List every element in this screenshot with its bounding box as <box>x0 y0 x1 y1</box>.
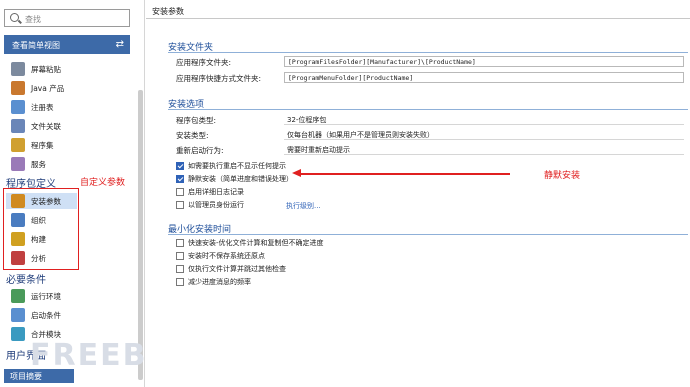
shortcut-folder-label: 应用程序快捷方式文件夹: <box>176 74 262 83</box>
sidebar-item-assembly[interactable]: 程序集 <box>11 137 54 153</box>
service-icon <box>11 157 25 171</box>
checkbox-unchecked-icon <box>176 252 184 260</box>
reboot-select[interactable]: 需要时重新启动提示 <box>284 144 684 155</box>
checkbox-unchecked-icon <box>176 188 184 196</box>
sidebar-item-screen-paste[interactable]: 屏幕粘贴 <box>11 61 61 77</box>
execution-level-link[interactable]: 执行级别... <box>286 201 321 211</box>
assembly-icon <box>11 138 25 152</box>
clipboard-icon <box>11 62 25 76</box>
package-type-label: 程序包类型: <box>176 116 217 125</box>
sidebar-scrollbar[interactable] <box>138 90 143 380</box>
checkbox-unchecked-icon <box>176 201 184 209</box>
sidebar-item-build[interactable]: 构建 <box>11 231 46 247</box>
sidebar-item-file-association[interactable]: 文件关联 <box>11 118 61 134</box>
search-input[interactable]: 查找 <box>4 9 130 27</box>
build-icon <box>11 232 25 246</box>
checkbox-unchecked-icon <box>176 278 184 286</box>
annotation-arrow-line <box>298 173 510 175</box>
install-params-icon <box>11 194 25 208</box>
sidebar: 查找 查看简单视图 ⇄ 屏幕粘贴 Java 产品 注册表 文件关联 程序集 服务… <box>0 0 194 387</box>
checkbox-silent-install[interactable]: 静默安装（简单进度和错误处理） <box>176 174 293 184</box>
file-association-icon <box>11 119 25 133</box>
simple-view-label: 查看简单视图 <box>12 41 60 50</box>
group-divider <box>168 234 688 235</box>
header-divider <box>146 18 690 19</box>
checkbox-no-restore-point[interactable]: 安装时不保存系统还原点 <box>176 251 265 261</box>
group-divider <box>168 52 688 53</box>
sidebar-item-registry[interactable]: 注册表 <box>11 99 54 115</box>
sidebar-item-service[interactable]: 服务 <box>11 156 46 172</box>
silent-install-annotation: 静默安装 <box>544 171 581 181</box>
launch-conditions-icon <box>11 308 25 322</box>
sidebar-item-organization[interactable]: 组织 <box>11 212 46 228</box>
sidebar-item-runtime[interactable]: 运行环境 <box>11 288 61 304</box>
checkbox-file-costing-only[interactable]: 仅执行文件计算并跳过其他检查 <box>176 264 286 274</box>
checkbox-suppress-reboot[interactable]: 如需要执行重启不显示任何提示 <box>176 161 286 171</box>
swap-icon: ⇄ <box>115 39 124 50</box>
search-placeholder: 查找 <box>25 15 41 24</box>
checkbox-checked-icon <box>176 175 184 183</box>
checkbox-checked-icon <box>176 162 184 170</box>
checkbox-reduce-progress[interactable]: 减少进度消息的频率 <box>176 277 251 287</box>
install-type-select[interactable]: 仅每台机器（如果用户不是管理员则安装失败） <box>284 129 684 140</box>
checkbox-run-as-admin[interactable]: 以管理员身份运行 <box>176 200 244 210</box>
simple-view-button[interactable]: 查看简单视图 ⇄ <box>4 35 130 54</box>
main-panel: 安装参数 安装文件夹 应用程序文件夹: [ProgramFilesFolder]… <box>146 0 690 387</box>
section-requirements: 必要条件 <box>6 275 46 286</box>
java-icon <box>11 81 25 95</box>
page-title: 安装参数 <box>152 7 184 16</box>
checkbox-verbose-log[interactable]: 启用详细日志记录 <box>176 187 244 197</box>
install-type-label: 安装类型: <box>176 131 209 140</box>
checkbox-unchecked-icon <box>176 265 184 273</box>
analysis-icon <box>11 251 25 265</box>
runtime-icon <box>11 289 25 303</box>
checkbox-unchecked-icon <box>176 239 184 247</box>
sidebar-item-install-params[interactable]: 安装参数 <box>11 193 61 209</box>
reboot-label: 重新启动行为: <box>176 146 224 155</box>
merge-module-icon <box>11 327 25 341</box>
group-divider <box>168 109 688 110</box>
custom-params-annotation: 自定义参数 <box>80 178 126 188</box>
app-folder-label: 应用程序文件夹: <box>176 58 232 67</box>
sidebar-item-java[interactable]: Java 产品 <box>11 80 64 96</box>
sidebar-item-launch-conditions[interactable]: 启动条件 <box>11 307 61 323</box>
shortcut-folder-field[interactable]: [ProgramMenuFolder][ProductName] <box>284 72 684 83</box>
app-folder-field[interactable]: [ProgramFilesFolder][Manufacturer]\[Prod… <box>284 56 684 67</box>
organization-icon <box>11 213 25 227</box>
registry-icon <box>11 100 25 114</box>
checkbox-fast-install[interactable]: 快速安装-优化文件计算和复制但不确定进度 <box>176 238 324 248</box>
search-icon <box>10 13 19 22</box>
sidebar-item-analysis[interactable]: 分析 <box>11 250 46 266</box>
package-type-select[interactable]: 32-位程序包 <box>284 114 684 125</box>
